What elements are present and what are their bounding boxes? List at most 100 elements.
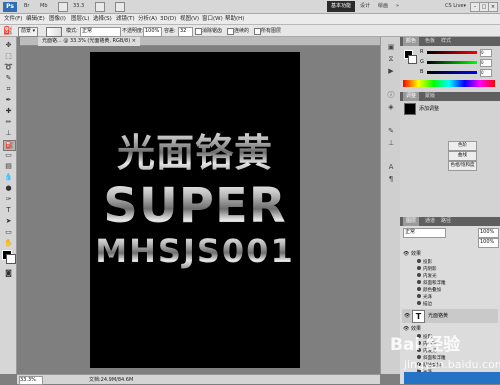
eraser-tool-icon[interactable]: ▭ xyxy=(3,151,14,160)
eye-icon[interactable]: 👁 xyxy=(403,250,409,257)
healing-brush-tool-icon[interactable]: ✚ xyxy=(3,107,14,116)
move-tool-icon[interactable]: ✥ xyxy=(3,41,14,50)
marquee-tool-icon[interactable]: ⬚ xyxy=(3,52,14,61)
fx-color-overlay[interactable]: 颜色叠加 xyxy=(417,287,495,293)
effects-row[interactable]: 👁 效果 xyxy=(403,250,497,258)
color-panel-header: 颜色 色板 样式 xyxy=(400,37,500,46)
text-layer-thumbnail: T xyxy=(412,310,425,323)
menu-window[interactable]: 窗口(W) xyxy=(202,15,223,24)
tab-layers[interactable]: 图层 xyxy=(403,217,420,226)
menu-3d[interactable]: 3D(D) xyxy=(160,15,176,24)
dodge-tool-icon[interactable]: ● xyxy=(3,184,14,193)
paint-bucket-tool-icon[interactable]: ⛽ xyxy=(3,140,16,151)
menu-view[interactable]: 视图(V) xyxy=(180,15,199,24)
menu-edit[interactable]: 编辑(E) xyxy=(26,15,45,24)
blue-channel-slider[interactable]: B 0 xyxy=(420,69,492,77)
tab-paths[interactable]: 路径 xyxy=(438,217,454,226)
baidu-watermark: Bai 经验 jingyan.baidu.com xyxy=(384,330,500,384)
layer-opacity-input[interactable]: 100% xyxy=(478,228,499,238)
workspace-more[interactable]: » xyxy=(396,2,399,11)
menu-layer[interactable]: 图层(L) xyxy=(71,15,89,24)
text-layer-row[interactable]: 👁 T 光面铬黄 xyxy=(402,309,498,323)
opacity-input[interactable]: 100% xyxy=(143,27,162,37)
menu-select[interactable]: 选择(S) xyxy=(93,15,112,24)
fx-stroke[interactable]: 描边 xyxy=(417,301,495,307)
pattern-picker[interactable] xyxy=(46,27,62,37)
eye-icon[interactable]: 👁 xyxy=(404,313,410,319)
hue-saturation-button[interactable]: 色相/饱和度 xyxy=(448,161,477,171)
fx-satin[interactable]: 光泽 xyxy=(417,294,495,300)
brush-tool-icon[interactable]: ✏ xyxy=(3,118,14,127)
workspace-design[interactable]: 设计 xyxy=(360,2,370,11)
tab-masks[interactable]: 蒙版 xyxy=(422,92,438,101)
anti-alias-checkbox[interactable] xyxy=(195,28,202,35)
info-icon[interactable]: ⓘ xyxy=(386,91,396,100)
fx-inner-shadow[interactable]: 内阴影 xyxy=(417,266,495,272)
hand-tool-icon[interactable]: ✋ xyxy=(3,239,14,248)
paragraph-icon[interactable]: ¶ xyxy=(386,175,396,184)
clone-source-icon[interactable]: ⊥ xyxy=(386,139,396,148)
levels-button[interactable]: 色阶 xyxy=(448,141,477,151)
type-tool-icon[interactable]: T xyxy=(3,206,14,215)
menu-file[interactable]: 文件(F) xyxy=(4,15,22,24)
workspace-painting[interactable]: 绘画 xyxy=(378,2,388,11)
character-icon[interactable]: A xyxy=(386,163,396,172)
red-channel-slider[interactable]: R 0 xyxy=(420,49,492,57)
fx-inner-glow[interactable]: 内发光 xyxy=(417,273,495,279)
options-bar: ⛽ 前景 ▾ 模式: 正常 不透明度: 100% 容差: 32 消除锯齿 连续的… xyxy=(0,25,500,37)
mode-select[interactable]: 正常 xyxy=(80,27,121,37)
curves-button[interactable]: 曲线 xyxy=(448,151,477,161)
clone-stamp-tool-icon[interactable]: ⊥ xyxy=(3,129,14,138)
close-button[interactable]: × xyxy=(488,2,498,12)
tab-color[interactable]: 颜色 xyxy=(403,37,420,46)
background-color-box[interactable] xyxy=(408,55,417,64)
eyedropper-tool-icon[interactable]: ✒ xyxy=(3,96,14,105)
pen-tool-icon[interactable]: ✑ xyxy=(3,195,14,204)
tolerance-input[interactable]: 32 xyxy=(178,27,193,37)
green-channel-slider[interactable]: G 0 xyxy=(420,59,492,67)
tab-adjustments[interactable]: 调整 xyxy=(403,92,420,101)
screen-mode-button[interactable] xyxy=(115,2,125,12)
shape-tool-icon[interactable]: ▭ xyxy=(3,228,14,237)
gradient-tool-icon[interactable]: ▤ xyxy=(3,162,14,171)
fill-source-select[interactable]: 前景 ▾ xyxy=(18,27,39,37)
extras-button[interactable] xyxy=(58,2,68,12)
blend-mode-select[interactable]: 正常 xyxy=(403,228,446,238)
bridge-button[interactable]: Br xyxy=(24,2,30,11)
tab-channels[interactable]: 通道 xyxy=(422,217,438,226)
mini-bridge-icon[interactable]: ▣ xyxy=(386,43,396,52)
lasso-tool-icon[interactable]: ➰ xyxy=(3,63,14,72)
navigator-icon[interactable]: ◈ xyxy=(386,103,396,112)
menu-help[interactable]: 帮助(H) xyxy=(225,15,244,24)
crop-tool-icon[interactable]: ⌗ xyxy=(3,85,14,94)
tab-swatches[interactable]: 色板 xyxy=(422,37,438,46)
menu-analysis[interactable]: 分析(A) xyxy=(138,15,157,24)
history-icon[interactable]: ⧖ xyxy=(386,55,396,64)
layer-fill-input[interactable]: 100% xyxy=(478,238,499,248)
contiguous-checkbox[interactable] xyxy=(227,28,234,35)
path-select-tool-icon[interactable]: ➤ xyxy=(3,217,14,226)
actions-icon[interactable]: ▶ xyxy=(386,67,396,76)
blur-tool-icon[interactable]: 💧 xyxy=(3,173,14,182)
tab-styles[interactable]: 样式 xyxy=(438,37,454,46)
color-spectrum-bar[interactable] xyxy=(403,80,495,87)
workspace-essentials[interactable]: 基本功能 xyxy=(327,1,355,12)
menu-filter[interactable]: 滤镜(T) xyxy=(116,15,135,24)
quick-select-tool-icon[interactable]: ✎ xyxy=(3,74,14,83)
document-tab[interactable]: 光面铬... @ 33.3% (光面铬黄, RGB/8) × xyxy=(38,37,140,46)
mini-bridge-button[interactable]: Mb xyxy=(40,2,48,11)
fx-bevel-emboss[interactable]: 斜面和浮雕 xyxy=(417,280,495,286)
cs-live-menu[interactable]: CS Live▾ xyxy=(445,2,466,11)
arrange-documents-button[interactable] xyxy=(95,2,105,12)
quick-mask-icon[interactable]: ◙ xyxy=(3,269,14,278)
paint-bucket-icon[interactable]: ⛽ xyxy=(3,27,13,35)
menu-image[interactable]: 图像(I) xyxy=(49,15,66,24)
layers-panel-header: 图层 通道 路径 xyxy=(400,217,500,226)
background-color-swatch[interactable] xyxy=(6,254,16,264)
brush-presets-icon[interactable]: ✎ xyxy=(386,127,396,136)
all-layers-checkbox[interactable] xyxy=(254,28,261,35)
fx-drop-shadow[interactable]: 投影 xyxy=(417,259,495,265)
tools-panel: ✥ ⬚ ➰ ✎ ⌗ ✒ ✚ ✏ ⊥ ⛽ ▭ ▤ 💧 ● ✑ T ➤ ▭ ✋ ◙ xyxy=(0,37,17,374)
zoom-level-menu[interactable]: 33.3 xyxy=(73,2,84,11)
document-canvas[interactable]: 光面铬黄 SUPER MHSJS001 xyxy=(90,52,300,368)
